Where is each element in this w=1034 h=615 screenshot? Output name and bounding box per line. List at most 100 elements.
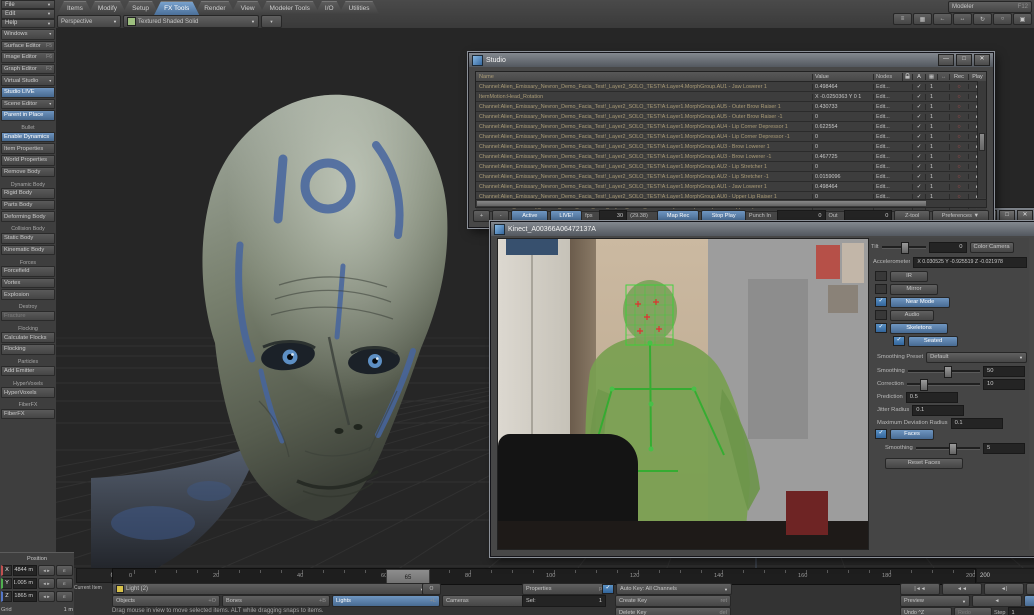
seated-checkbox[interactable]: ✓: [893, 336, 905, 346]
live-button[interactable]: LIVE!: [550, 210, 582, 222]
slider-thumb[interactable]: [901, 242, 909, 254]
channel-value[interactable]: 0: [812, 134, 873, 140]
sidebar-item-fracture[interactable]: Fracture: [1, 311, 55, 322]
table-row[interactable]: Channel:Alien_Emissary_Nevron_Demo_Facia…: [476, 142, 986, 152]
sidebar-item-image-editor[interactable]: Image EditorF6: [1, 52, 55, 63]
minimize-icon[interactable]: —: [938, 54, 954, 66]
modeler-button[interactable]: Modeler F12: [948, 1, 1032, 13]
tilt-value-field[interactable]: 0: [929, 242, 967, 253]
rotate-icon[interactable]: ↻: [973, 13, 992, 25]
sidebar-item-calculate-flocks[interactable]: Calculate Flocks: [1, 332, 55, 343]
sidebar-item-world-properties[interactable]: World Properties: [1, 155, 55, 166]
envelope-button[interactable]: E: [56, 591, 73, 602]
jitter-radius-field[interactable]: 0.1: [912, 405, 964, 416]
kinect-window[interactable]: Kinect_A00366A06472137A: [490, 221, 1034, 557]
sidebar-item-fiberfx[interactable]: FiberFX: [1, 409, 55, 420]
column-nodes[interactable]: Nodes: [873, 74, 902, 80]
sidebar-item-graph-editor[interactable]: Graph EditorF2: [1, 64, 55, 75]
redo-button[interactable]: Redo: [954, 607, 992, 615]
sidebar-item-enable-dynamics[interactable]: Enable Dynamics: [1, 132, 55, 143]
channel-value[interactable]: 0: [812, 164, 873, 170]
nodes-edit-button[interactable]: Edit...: [873, 154, 902, 160]
axis-spinner[interactable]: ◄►: [38, 565, 55, 576]
channel-value[interactable]: 0.0159096: [812, 174, 873, 180]
prev-key-button[interactable]: ◄◄: [942, 583, 982, 595]
stop-play-button[interactable]: Stop Play: [701, 210, 745, 222]
nodes-edit-button[interactable]: Edit...: [873, 144, 902, 150]
active-checkmark[interactable]: ✓: [912, 94, 925, 100]
perspective-dropdown[interactable]: Perspective ▼: [57, 15, 121, 28]
channel-value[interactable]: 0.622554: [812, 124, 873, 130]
menu-edit[interactable]: Edit▼: [1, 9, 55, 18]
fps-field[interactable]: 30: [599, 210, 627, 222]
record-icon[interactable]: ○: [949, 174, 968, 180]
axis-value-field[interactable]: 1.4844 m: [13, 565, 37, 576]
sidebar-item-flocking[interactable]: Flocking: [1, 344, 55, 355]
record-icon[interactable]: ○: [949, 104, 968, 110]
active-checkmark[interactable]: ✓: [912, 124, 925, 130]
record-icon[interactable]: ○: [949, 144, 968, 150]
sidebar-item-surface-editor[interactable]: Surface EditorF5: [1, 41, 55, 52]
smoothing-preset-dropdown[interactable]: Default ▼: [926, 352, 1027, 363]
category-objects[interactable]: Objects+O: [112, 595, 220, 607]
sidebar-item-deforming-body[interactable]: Deforming Body: [1, 211, 55, 222]
sidebar-item-windows[interactable]: Windows▼: [1, 29, 55, 40]
sidebar-item-kinematic-body[interactable]: Kinematic Body: [1, 245, 55, 256]
active-checkmark[interactable]: ✓: [912, 114, 925, 120]
shading-mode-dropdown[interactable]: Textured Shaded Solid ▼: [123, 15, 259, 28]
close-icon[interactable]: ✕: [1017, 210, 1033, 222]
create-key-button[interactable]: Create Key ret: [615, 595, 731, 607]
sidebar-item-hypervoxels[interactable]: HyperVoxels: [1, 387, 55, 398]
delete-key-button[interactable]: Delete Key del: [615, 607, 731, 615]
table-vertical-scrollbar[interactable]: [977, 81, 986, 198]
envelope-button[interactable]: E: [56, 565, 73, 576]
alien-head-model[interactable]: [91, 53, 521, 568]
step-field[interactable]: 1: [1008, 607, 1034, 615]
active-checkmark[interactable]: ✓: [912, 134, 925, 140]
layers-icon[interactable]: ▦: [925, 74, 937, 80]
studio-window[interactable]: Studio — □ ✕ Name Value Nodes A ▦ ↔ Rec …: [468, 52, 994, 228]
pause-button[interactable]: ▌▌: [1024, 595, 1034, 607]
near-mode-checkbox[interactable]: ✓: [875, 297, 887, 307]
correction-field[interactable]: 10: [983, 379, 1025, 390]
ir-button[interactable]: IR: [890, 271, 928, 282]
column-name[interactable]: Name: [476, 74, 812, 80]
table-row[interactable]: Channel:Alien_Emissary_Nevron_Demo_Facia…: [476, 172, 986, 182]
nodes-edit-button[interactable]: Edit...: [873, 104, 902, 110]
sidebar-item-remove-body[interactable]: Remove Body: [1, 167, 55, 178]
channel-value[interactable]: 0.430733: [812, 104, 873, 110]
envelope-button[interactable]: E: [56, 578, 73, 589]
near-mode-button[interactable]: Near Mode: [890, 297, 950, 308]
prediction-field[interactable]: 0.5: [906, 392, 958, 403]
maximize-icon[interactable]: □: [999, 210, 1015, 222]
tab-i-o[interactable]: I/O: [315, 1, 344, 15]
column-play[interactable]: Play: [968, 74, 986, 80]
nodes-edit-button[interactable]: Edit...: [873, 184, 902, 190]
sidebar-item-parts-body[interactable]: Parts Body: [1, 200, 55, 211]
axis-value-field[interactable]: 1.005 m: [13, 578, 37, 589]
sidebar-item-add-emitter[interactable]: Add Emitter: [1, 366, 55, 377]
sidebar-item-virtual-studio[interactable]: Virtual Studio▼: [1, 75, 55, 86]
channel-value[interactable]: 0.498464: [812, 84, 873, 90]
expand-icon[interactable]: ▣: [1013, 13, 1032, 25]
sidebar-item-studio-live[interactable]: Studio LIVE: [1, 87, 55, 98]
active-checkmark[interactable]: ✓: [912, 104, 925, 110]
record-icon[interactable]: ○: [949, 164, 968, 170]
tab-view[interactable]: View: [231, 1, 265, 15]
autokey-checkbox[interactable]: ✓: [602, 584, 614, 594]
table-row[interactable]: ItemMotion:Head_RotationX -0.0250363 Y 0…: [476, 92, 986, 102]
active-checkmark[interactable]: ✓: [912, 174, 925, 180]
menu-file[interactable]: File▼: [1, 0, 55, 9]
undo-button[interactable]: Undo ^Z: [900, 607, 952, 615]
seated-button[interactable]: Seated: [908, 336, 958, 347]
reset-faces-button[interactable]: Reset Faces: [885, 458, 963, 469]
preferences-dropdown[interactable]: Preferences ▼: [932, 210, 989, 222]
ir-checkbox[interactable]: [875, 271, 887, 281]
add-button[interactable]: +: [473, 210, 490, 222]
tab-utilities[interactable]: Utilities: [339, 1, 380, 15]
prev-frame-button[interactable]: ◄|: [984, 583, 1024, 595]
nodes-edit-button[interactable]: Edit...: [873, 114, 902, 120]
faces-button[interactable]: Faces: [890, 429, 934, 440]
table-row[interactable]: Channel:Alien_Emissary_Nevron_Demo_Facia…: [476, 112, 986, 122]
close-icon[interactable]: ✕: [974, 54, 990, 66]
